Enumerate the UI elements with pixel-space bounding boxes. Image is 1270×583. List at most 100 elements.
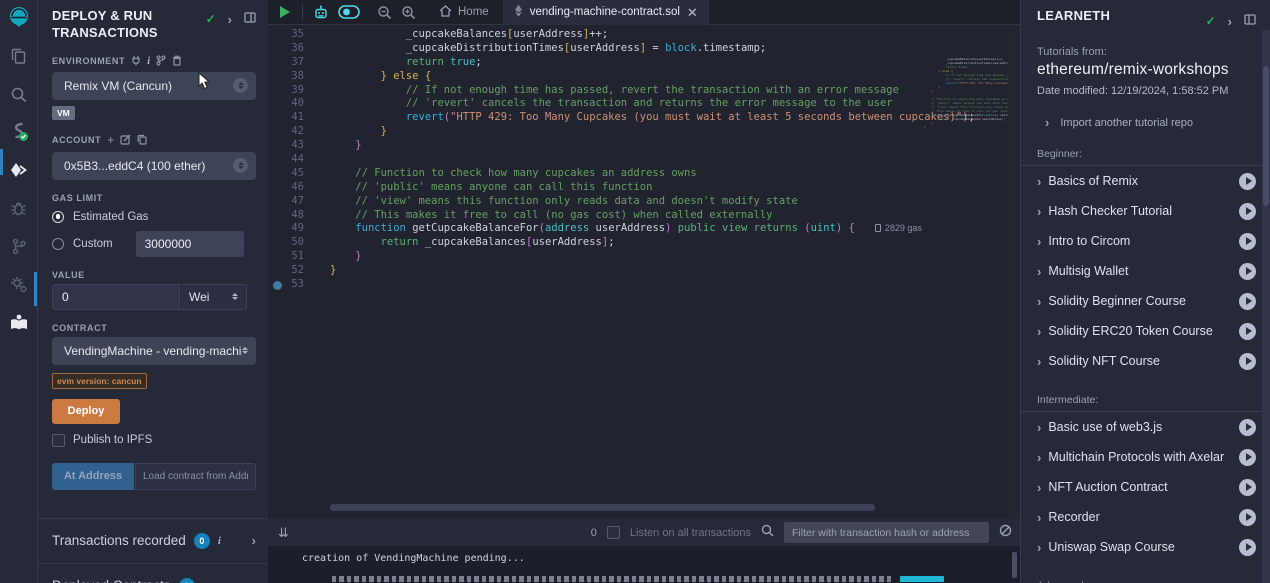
deploy-button[interactable]: Deploy — [52, 399, 120, 424]
zoom-out-icon[interactable] — [377, 5, 392, 20]
play-tutorial-button[interactable] — [1239, 203, 1256, 220]
fork-icon[interactable] — [156, 55, 166, 66]
zoom-in-icon[interactable] — [401, 5, 416, 20]
line-number[interactable]: 47 — [268, 195, 330, 209]
run-script-icon[interactable] — [280, 6, 290, 18]
line-number[interactable]: 39 — [268, 84, 330, 98]
solidity-compiler-icon[interactable] — [6, 120, 32, 144]
debugger-icon[interactable] — [6, 196, 32, 220]
code-line[interactable] — [330, 278, 1020, 292]
at-address-input[interactable] — [135, 463, 256, 490]
info-icon[interactable]: i — [147, 55, 150, 67]
code-line[interactable] — [330, 153, 1020, 167]
pin-panel-icon[interactable] — [244, 12, 256, 26]
code-line[interactable]: return _cupcakeBalances[userAddress]; — [330, 236, 1020, 250]
panel-scrollbar-track[interactable] — [1262, 30, 1270, 583]
play-tutorial-button[interactable] — [1239, 233, 1256, 250]
clear-console-icon[interactable] — [999, 524, 1012, 542]
expand-panel-icon[interactable]: › — [228, 13, 232, 26]
account-select[interactable]: 0x5B3...eddC4 (100 ether) — [52, 152, 256, 180]
breakpoint-dot[interactable] — [273, 281, 282, 290]
git-icon[interactable] — [6, 234, 32, 258]
deploy-run-icon[interactable] — [6, 158, 32, 182]
code-line[interactable]: } else { — [330, 70, 1020, 84]
editor-vertical-scrollbar[interactable] — [1008, 25, 1020, 519]
listen-all-checkbox[interactable] — [607, 526, 620, 539]
add-account-icon[interactable]: + — [107, 133, 114, 147]
line-number[interactable]: 38 — [268, 70, 330, 84]
ai-copilot-icon[interactable] — [313, 5, 329, 20]
tutorial-item[interactable]: ›Basics of Remix — [1037, 166, 1256, 196]
line-number[interactable]: 48 — [268, 209, 330, 223]
play-tutorial-button[interactable] — [1239, 323, 1256, 340]
line-number[interactable]: 43 — [268, 139, 330, 153]
play-tutorial-button[interactable] — [1239, 449, 1256, 466]
plug-icon[interactable] — [131, 55, 141, 66]
estimated-gas-radio[interactable] — [52, 211, 64, 223]
code-line[interactable]: return true; — [330, 56, 1020, 70]
contract-select[interactable]: VendingMachine - vending-machin — [52, 337, 256, 365]
deployed-contracts-row[interactable]: Deployed Contracts 0 — [38, 563, 268, 583]
code-line[interactable]: revert("HTTP 429: Too Many Cupcakes (you… — [330, 111, 1020, 125]
transactions-recorded-row[interactable]: Transactions recorded 0 i › — [38, 518, 268, 563]
code-line[interactable]: // 'public' means anyone can call this f… — [330, 181, 1020, 195]
line-number[interactable]: 40 — [268, 97, 330, 111]
panel-scrollbar-thumb[interactable] — [1263, 66, 1269, 206]
tutorial-item[interactable]: ›Solidity Beginner Course — [1037, 286, 1256, 316]
tutorial-item[interactable]: ›NFT Auction Contract — [1037, 472, 1256, 502]
collapse-terminal-icon[interactable]: ⇊ — [278, 525, 289, 541]
custom-gas-input[interactable] — [136, 231, 244, 257]
remix-logo-icon[interactable] — [6, 6, 32, 30]
line-number[interactable]: 44 — [268, 153, 330, 167]
play-tutorial-button[interactable] — [1239, 263, 1256, 280]
tutorial-item[interactable]: ›Multisig Wallet — [1037, 256, 1256, 286]
code-editor[interactable]: 35363738394041424344454647484950515253 _… — [268, 25, 1020, 519]
tutorial-item[interactable]: ›Recorder — [1037, 502, 1256, 532]
code-line[interactable]: } — [330, 250, 1020, 264]
terminal-filter-input[interactable] — [784, 522, 989, 543]
code-line[interactable]: } — [330, 139, 1020, 153]
code-line[interactable]: } — [330, 264, 1020, 278]
tab-active-file[interactable]: vending-machine-contract.sol ✕ — [503, 0, 709, 25]
tutorial-item[interactable]: ›Basic use of web3.js — [1037, 412, 1256, 442]
pin-panel-icon[interactable] — [1244, 12, 1256, 30]
copy-account-icon[interactable] — [137, 134, 147, 145]
tutorial-item[interactable]: ›Uniswap Swap Course — [1037, 532, 1256, 562]
line-number[interactable]: 45 — [268, 167, 330, 181]
value-input[interactable] — [52, 284, 180, 310]
copilot-toggle-icon[interactable] — [338, 5, 360, 19]
line-number[interactable]: 37 — [268, 56, 330, 70]
settings-icon[interactable] — [6, 272, 32, 296]
tutorial-item[interactable]: ›Intro to Circom — [1037, 226, 1256, 256]
tutorial-item[interactable]: ›Hash Checker Tutorial — [1037, 196, 1256, 226]
code-line[interactable]: _cupcakeDistributionTimes[userAddress] =… — [330, 42, 1020, 56]
learneth-icon[interactable] — [6, 310, 32, 334]
code-line[interactable]: // If not enough time has passed, revert… — [330, 84, 1020, 98]
line-number[interactable]: 41 — [268, 111, 330, 125]
tutorial-item[interactable]: ›Solidity ERC20 Token Course — [1037, 316, 1256, 346]
line-number[interactable]: 46 — [268, 181, 330, 195]
line-number[interactable]: 36 — [268, 42, 330, 56]
code-line[interactable]: // This makes it free to call (no gas co… — [330, 209, 1020, 223]
publish-ipfs-checkbox[interactable] — [52, 434, 65, 447]
play-tutorial-button[interactable] — [1239, 293, 1256, 310]
editor-horizontal-scrollbar[interactable] — [330, 504, 875, 511]
line-number[interactable]: 53 — [268, 278, 330, 292]
file-explorer-icon[interactable] — [6, 44, 32, 68]
line-number[interactable]: 50 — [268, 236, 330, 250]
play-tutorial-button[interactable] — [1239, 419, 1256, 436]
chevron-right-icon[interactable]: › — [252, 533, 256, 548]
play-tutorial-button[interactable] — [1239, 479, 1256, 496]
code-line[interactable]: // Function to check how many cupcakes a… — [330, 167, 1020, 181]
line-number[interactable]: 52 — [268, 264, 330, 278]
play-tutorial-button[interactable] — [1239, 509, 1256, 526]
code-line[interactable]: // 'view' means this function only reads… — [330, 195, 1020, 209]
code-line[interactable]: } — [330, 125, 1020, 139]
tutorial-item[interactable]: ›Solidity NFT Course — [1037, 346, 1256, 376]
import-tutorial-row[interactable]: › Import another tutorial repo — [1045, 115, 1256, 130]
code-line[interactable]: _cupcakeBalances[userAddress]++; — [330, 28, 1020, 42]
search-icon[interactable] — [6, 82, 32, 106]
line-number[interactable]: 42 — [268, 125, 330, 139]
value-unit-select[interactable]: Wei — [181, 284, 247, 310]
line-number[interactable]: 35 — [268, 28, 330, 42]
